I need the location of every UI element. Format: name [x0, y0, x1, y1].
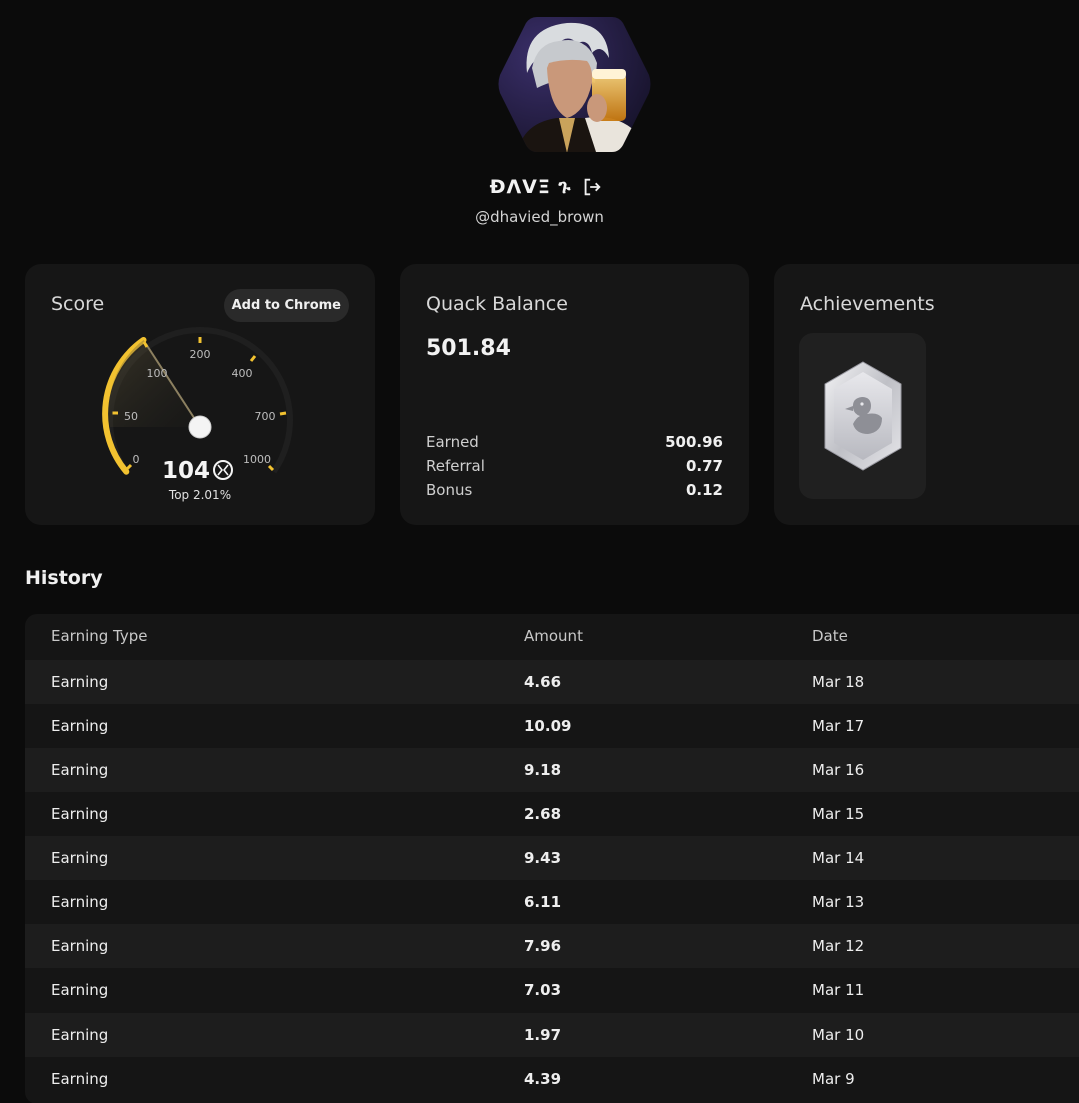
row-type: Earning — [51, 893, 109, 911]
row-amount: 9.18 — [524, 761, 562, 779]
avatar-hexagon — [498, 17, 651, 152]
gauge-tick-1000: 1000 — [243, 453, 271, 466]
row-amount: 7.96 — [524, 937, 562, 955]
balance-card: Quack Balance 501.84 Earned 500.96 Refer… — [400, 264, 749, 525]
row-amount: 9.43 — [524, 849, 562, 867]
row-amount: 7.03 — [524, 981, 562, 999]
table-row: Earning 4.66 Mar 18 — [25, 660, 1079, 704]
table-row: Earning 7.96 Mar 12 — [25, 924, 1079, 968]
row-date: Mar 12 — [812, 937, 865, 955]
row-amount: 4.66 — [524, 673, 562, 691]
score-token-icon — [213, 460, 233, 480]
table-row: Earning 1.97 Mar 10 — [25, 1013, 1079, 1057]
achievement-badge[interactable] — [799, 333, 926, 499]
score-value: 104 — [162, 458, 210, 484]
row-amount: 10.09 — [524, 717, 572, 735]
balance-row-earned: Earned 500.96 — [426, 430, 723, 454]
row-date: Mar 14 — [812, 849, 865, 867]
row-type: Earning — [51, 805, 109, 823]
balance-amount: 500.96 — [665, 433, 723, 451]
balance-label: Referral — [426, 457, 485, 475]
column-header-type: Earning Type — [51, 627, 148, 645]
row-amount: 1.97 — [524, 1026, 562, 1044]
balance-total: 501.84 — [426, 336, 511, 361]
balance-row-referral: Referral 0.77 — [426, 454, 723, 478]
table-row: Earning 6.11 Mar 13 — [25, 880, 1079, 924]
balance-amount: 0.12 — [685, 481, 723, 499]
row-amount: 2.68 — [524, 805, 562, 823]
gauge-tick-200: 200 — [190, 348, 211, 361]
row-amount: 6.11 — [524, 893, 562, 911]
duck-hexagon-badge-icon — [824, 361, 901, 471]
score-rank: Top 2.01% — [168, 488, 231, 502]
row-date: Mar 13 — [812, 893, 865, 911]
table-row: Earning 4.39 Mar 9 — [25, 1057, 1079, 1101]
score-card: Score Add to Chrome 0 50 100 200 400 700… — [25, 264, 375, 525]
gauge-tick-0: 0 — [133, 453, 140, 466]
table-header: Earning Type Amount Date — [25, 614, 1079, 658]
row-type: Earning — [51, 1070, 109, 1088]
table-row: Earning 9.18 Mar 16 — [25, 748, 1079, 792]
row-date: Mar 11 — [812, 981, 865, 999]
gauge-tick-100: 100 — [147, 367, 168, 380]
row-type: Earning — [51, 761, 109, 779]
add-to-chrome-button[interactable]: Add to Chrome — [223, 289, 349, 322]
profile-name-row: ĐΛVΞ ጉ — [0, 176, 1079, 198]
history-title: History — [25, 567, 103, 589]
table-row: Earning 7.03 Mar 11 — [25, 968, 1079, 1012]
gauge-tick-50: 50 — [124, 410, 138, 423]
column-header-date: Date — [812, 627, 848, 645]
row-type: Earning — [51, 937, 109, 955]
row-date: Mar 9 — [812, 1070, 855, 1088]
row-type: Earning — [51, 717, 109, 735]
profile-page: ĐΛVΞ ጉ @dhavied_brown Score Add to Chrom… — [0, 0, 1079, 1103]
gauge-tick-400: 400 — [232, 367, 253, 380]
balance-label: Bonus — [426, 481, 473, 499]
history-table: Earning Type Amount Date Earning 4.66 Ma… — [25, 614, 1079, 1103]
table-row: Earning 10.09 Mar 17 — [25, 704, 1079, 748]
row-date: Mar 15 — [812, 805, 865, 823]
profile-name: ĐΛVΞ ጉ — [489, 176, 572, 198]
column-header-amount: Amount — [524, 627, 583, 645]
balance-row-bonus: Bonus 0.12 — [426, 478, 723, 502]
balance-label: Earned — [426, 433, 479, 451]
table-row: Earning 9.43 Mar 14 — [25, 836, 1079, 880]
score-title: Score — [51, 293, 105, 315]
logout-icon[interactable] — [581, 176, 603, 198]
row-type: Earning — [51, 1026, 109, 1044]
achievements-card: Achievements — [774, 264, 1079, 525]
avatar[interactable] — [497, 13, 652, 155]
row-date: Mar 18 — [812, 673, 865, 691]
table-row: Earning 2.68 Mar 15 — [25, 792, 1079, 836]
achievements-title: Achievements — [800, 293, 935, 315]
row-date: Mar 16 — [812, 761, 865, 779]
balance-title: Quack Balance — [426, 293, 568, 315]
row-date: Mar 17 — [812, 717, 865, 735]
balance-amount: 0.77 — [685, 457, 723, 475]
row-amount: 4.39 — [524, 1070, 562, 1088]
gauge-tick-700: 700 — [255, 410, 276, 423]
row-date: Mar 10 — [812, 1026, 865, 1044]
row-type: Earning — [51, 849, 109, 867]
score-gauge: 0 50 100 200 400 700 1000 104 Top 2.01% — [102, 327, 293, 502]
profile-handle: @dhavied_brown — [475, 208, 604, 226]
balance-breakdown: Earned 500.96 Referral 0.77 Bonus 0.12 — [426, 430, 723, 502]
row-type: Earning — [51, 981, 109, 999]
row-type: Earning — [51, 673, 109, 691]
